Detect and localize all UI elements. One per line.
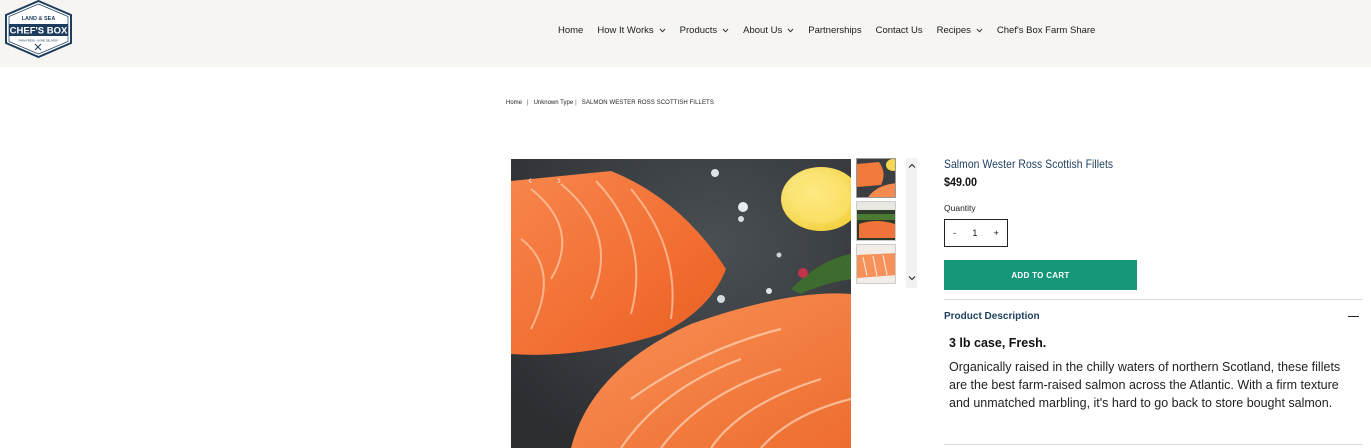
- product-title: Salmon Wester Ross Scottish Fillets: [944, 157, 1114, 171]
- breadcrumb-type[interactable]: Unknown Type: [534, 100, 574, 106]
- product-description-title: Product Description: [944, 311, 1040, 322]
- quantity-decrement-button[interactable]: -: [953, 228, 956, 238]
- logo-tagline: FARM FRESH · HOME DELIVERY: [18, 39, 59, 43]
- site-header: LAND & SEA CHEF'S BOX FARM FRESH · HOME …: [0, 0, 1371, 67]
- nav-item-how-it-works[interactable]: How It Works: [597, 24, 666, 36]
- breadcrumb-separator: |: [575, 100, 577, 106]
- product-price: $49.00: [944, 175, 978, 189]
- chevron-down-icon: [659, 28, 666, 33]
- quantity-label: Quantity: [944, 203, 976, 213]
- nav-label: Contact Us: [875, 24, 923, 36]
- quantity-increment-button[interactable]: +: [994, 228, 999, 238]
- chevron-down-icon: [787, 28, 794, 33]
- chevron-down-icon[interactable]: [908, 274, 916, 282]
- nav-item-home[interactable]: Home: [558, 25, 583, 36]
- nav-item-products[interactable]: Products: [680, 25, 730, 36]
- quantity-stepper: - 1 +: [944, 219, 1008, 247]
- divider: [944, 444, 1363, 445]
- thumbnail-list: [856, 158, 896, 287]
- nav-item-about-us[interactable]: About Us: [743, 25, 794, 36]
- nav-label: Partnerships: [808, 24, 862, 36]
- collapse-minus-icon[interactable]: [1348, 315, 1359, 318]
- nav-label: Recipes: [936, 24, 971, 36]
- nav-item-recipes[interactable]: Recipes: [937, 25, 983, 36]
- thumbnail-scrollbar[interactable]: [906, 158, 917, 288]
- main-nav: Home How It Works Products About Us Part…: [558, 23, 1109, 37]
- logo-main-text: CHEF'S BOX: [10, 26, 68, 37]
- chevron-up-icon[interactable]: [908, 162, 916, 170]
- breadcrumb-home[interactable]: Home: [506, 100, 522, 106]
- quantity-input[interactable]: 1: [972, 228, 977, 238]
- thumbnail-1[interactable]: [856, 158, 896, 198]
- prev-image-arrow[interactable]: ‹: [528, 173, 532, 187]
- product-description-subheading: 3 lb case, Fresh.: [949, 336, 1047, 350]
- product-description-header[interactable]: Product Description: [944, 311, 1359, 322]
- nav-label: Products: [679, 24, 718, 36]
- product-info: Salmon Wester Ross Scottish Fillets $49.…: [944, 157, 1364, 290]
- nav-item-partnerships[interactable]: Partnerships: [808, 25, 861, 36]
- next-image-arrow[interactable]: ›: [557, 173, 561, 187]
- product-description-body: Organically raised in the chilly waters …: [949, 360, 1341, 410]
- breadcrumb: Home | Unknown Type | SALMON WESTER ROSS…: [506, 100, 714, 106]
- breadcrumb-current: SALMON WESTER ROSS SCOTTISH FILLETS: [581, 100, 714, 106]
- nav-item-contact-us[interactable]: Contact Us: [876, 25, 923, 36]
- add-to-cart-button[interactable]: ADD TO CART: [944, 260, 1137, 290]
- chevron-down-icon: [722, 28, 729, 33]
- thumbnail-2[interactable]: [856, 201, 896, 241]
- nav-label: How It Works: [597, 24, 654, 36]
- main-product-image[interactable]: ‹ ›: [511, 159, 851, 448]
- chevron-down-icon: [976, 28, 983, 33]
- thumbnail-3[interactable]: [856, 244, 896, 284]
- chefs-box-logo[interactable]: LAND & SEA CHEF'S BOX FARM FRESH · HOME …: [3, 0, 74, 59]
- nav-label: Chef's Box Farm Share: [996, 24, 1096, 36]
- nav-label: Home: [558, 24, 584, 36]
- nav-label: About Us: [743, 24, 783, 36]
- logo-top-text: LAND & SEA: [22, 16, 56, 22]
- divider: [944, 299, 1363, 300]
- nav-item-farm-share[interactable]: Chef's Box Farm Share: [997, 25, 1095, 36]
- breadcrumb-separator: |: [527, 100, 529, 106]
